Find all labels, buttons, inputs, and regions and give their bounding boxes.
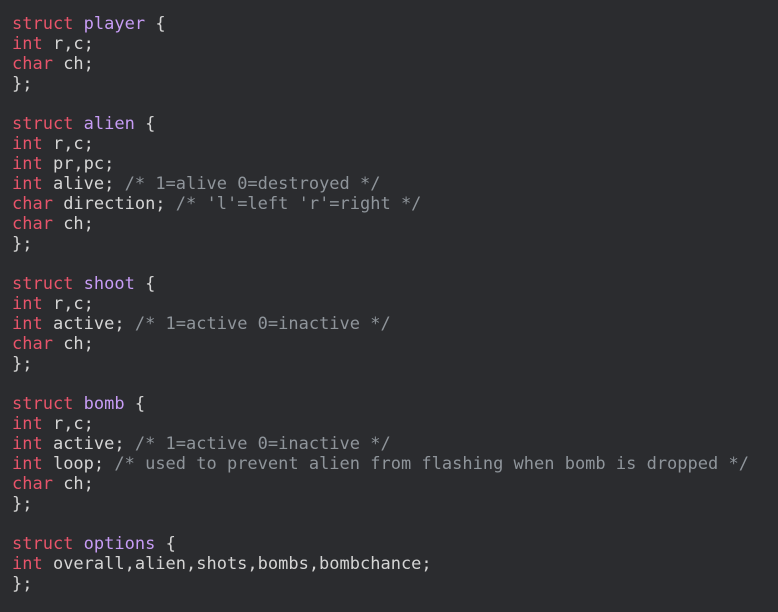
code-line: int loop; /* used to prevent alien from …	[12, 454, 778, 474]
code-line: char ch;	[12, 54, 778, 74]
code-text-token: {	[155, 534, 176, 554]
comment-token: /* 1=active 0=inactive */	[134, 434, 391, 454]
comment-token: /* used to prevent alien from flashing w…	[114, 454, 749, 474]
code-text-token: {	[134, 274, 156, 294]
keyword-token: struct	[12, 534, 74, 554]
code-text-token: active;	[42, 434, 135, 454]
code-line: };	[12, 234, 778, 254]
code-line: };	[12, 494, 778, 514]
code-line: int overall,alien,shots,bombs,bombchance…	[12, 554, 778, 574]
code-text-token: };	[12, 494, 33, 514]
code-line: char ch;	[12, 214, 778, 234]
code-line: int alive; /* 1=alive 0=destroyed */	[12, 174, 778, 194]
code-line: struct shoot {	[12, 274, 778, 294]
keyword-token: int	[12, 434, 43, 454]
struct-name-token: bomb	[83, 394, 125, 414]
code-line: int active; /* 1=active 0=inactive */	[12, 314, 778, 334]
code-line: struct alien {	[12, 114, 778, 134]
comment-token: /* 1=alive 0=destroyed */	[124, 174, 381, 194]
keyword-token: char	[12, 474, 53, 494]
keyword-token: int	[12, 174, 43, 194]
code-text-token: };	[12, 234, 33, 254]
code-text-token: ch;	[52, 474, 94, 494]
keyword-token: char	[12, 214, 53, 234]
code-line: int pr,pc;	[12, 154, 778, 174]
keyword-token: struct	[12, 14, 74, 34]
code-text-token: r,c;	[42, 34, 94, 54]
code-line: char ch;	[12, 334, 778, 354]
comment-token: /* 'l'=left 'r'=right */	[175, 194, 422, 214]
code-line: struct bomb {	[12, 394, 778, 414]
code-text-token: r,c;	[42, 294, 94, 314]
code-text-token: ch;	[52, 334, 94, 354]
code-text-token: alive;	[42, 174, 125, 194]
code-text-token: active;	[42, 314, 135, 334]
keyword-token: int	[12, 34, 43, 54]
code-line: int r,c;	[12, 34, 778, 54]
code-line: int r,c;	[12, 134, 778, 154]
keyword-token: int	[12, 554, 43, 574]
code-line: int active; /* 1=active 0=inactive */	[12, 434, 778, 454]
keyword-token: struct	[12, 274, 74, 294]
code-editor[interactable]: struct player {int r,c; char ch;}; struct…	[0, 0, 778, 612]
keyword-token: int	[12, 414, 43, 434]
code-text-token: {	[134, 114, 156, 134]
code-text-token: direction;	[52, 194, 176, 214]
keyword-token: char	[12, 54, 53, 74]
keyword-token: int	[12, 134, 43, 154]
code-line: };	[12, 574, 778, 594]
struct-name-token: alien	[83, 114, 135, 134]
code-line: struct player {	[12, 14, 778, 34]
code-text-token: };	[12, 354, 33, 374]
keyword-token: int	[12, 294, 43, 314]
struct-name-token: shoot	[83, 274, 135, 294]
comment-token: /* 1=active 0=inactive */	[134, 314, 391, 334]
keyword-token: char	[12, 194, 53, 214]
code-text-token: {	[145, 14, 166, 34]
keyword-token: char	[12, 334, 53, 354]
code-text-token: };	[12, 574, 33, 594]
struct-name-token: options	[83, 534, 156, 554]
code-text-token: overall,alien,shots,bombs,bombchance;	[42, 554, 432, 574]
code-line: int r,c;	[12, 294, 778, 314]
code-text-token: ch;	[52, 54, 94, 74]
code-line: char ch;	[12, 474, 778, 494]
keyword-token: struct	[12, 394, 74, 414]
code-line: char direction; /* 'l'=left 'r'=right */	[12, 194, 778, 214]
code-text-token: r,c;	[42, 134, 94, 154]
code-line: struct options {	[12, 534, 778, 554]
keyword-token: struct	[12, 114, 74, 134]
code-line: };	[12, 354, 778, 374]
code-text-token: loop;	[42, 454, 115, 474]
code-text-token: {	[124, 394, 146, 414]
code-text-token: pr,pc;	[42, 154, 115, 174]
code-line: int r,c;	[12, 414, 778, 434]
code-text-token: };	[12, 74, 33, 94]
code-line: };	[12, 74, 778, 94]
keyword-token: int	[12, 154, 43, 174]
struct-name-token: player	[83, 14, 146, 34]
keyword-token: int	[12, 454, 43, 474]
keyword-token: int	[12, 314, 43, 334]
code-text-token: r,c;	[42, 414, 94, 434]
code-text-token: ch;	[52, 214, 94, 234]
